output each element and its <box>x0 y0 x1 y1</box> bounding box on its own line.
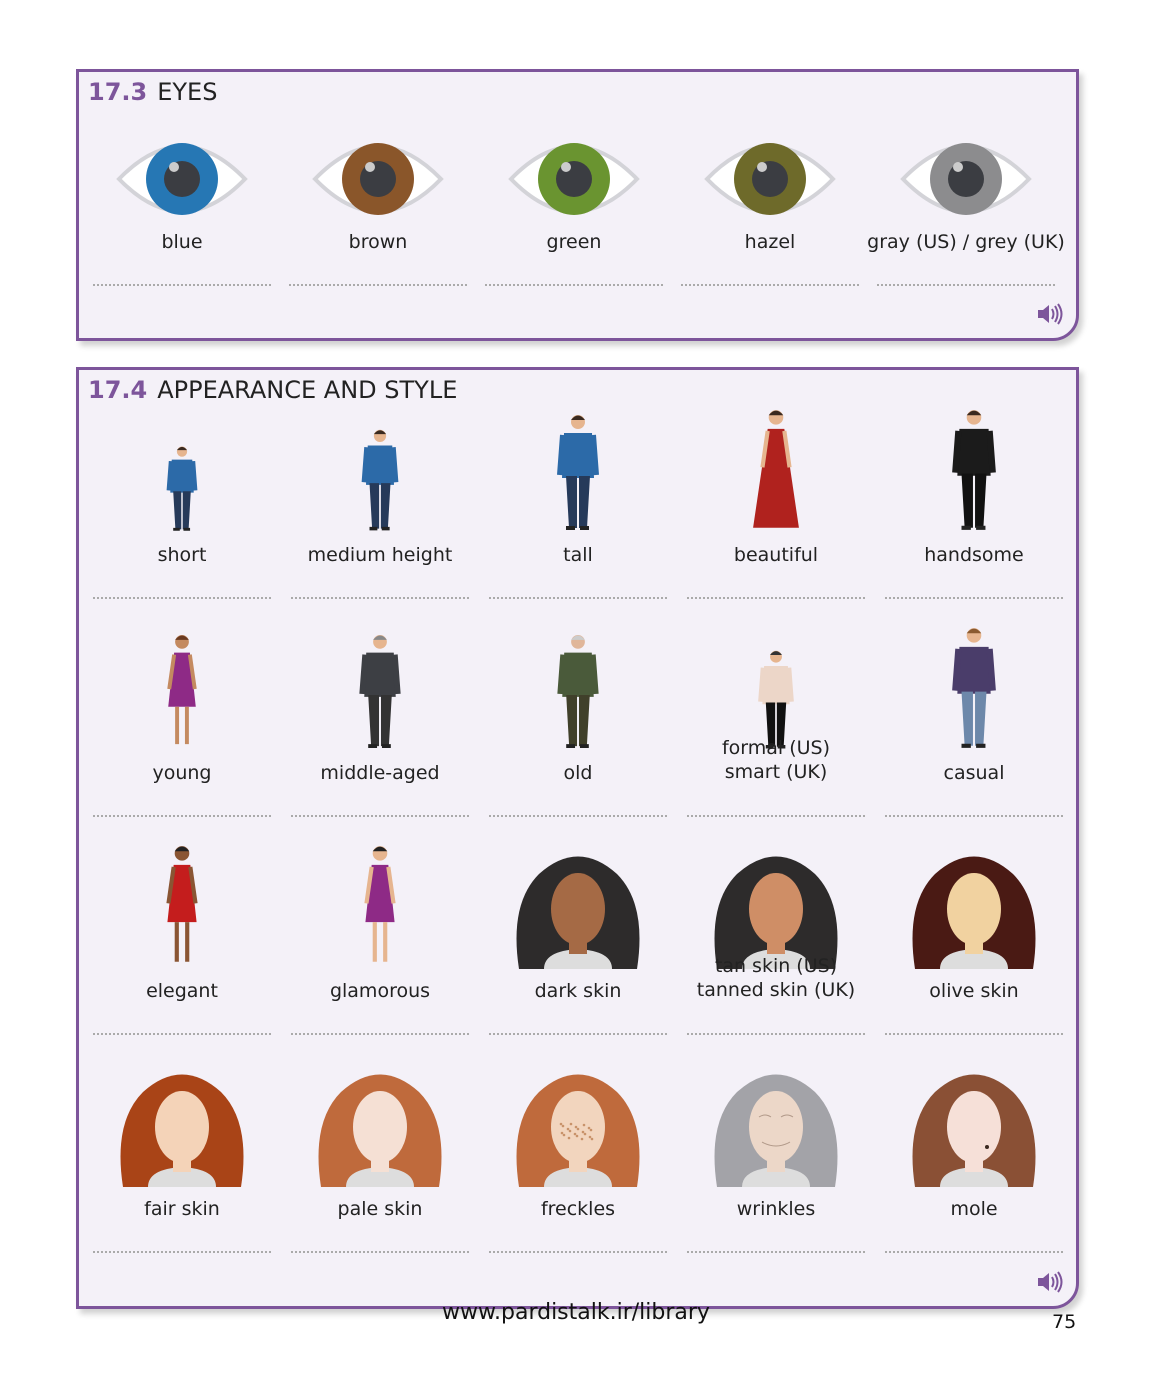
answer-line[interactable] <box>885 597 1063 599</box>
page-number: 75 <box>1052 1311 1077 1333</box>
illustration-image <box>952 628 996 748</box>
answer-line[interactable] <box>885 815 1063 817</box>
answer-line[interactable] <box>877 284 1055 286</box>
illustration-image <box>516 1074 640 1187</box>
answer-line[interactable] <box>687 597 865 599</box>
eye-icon <box>312 143 444 215</box>
section-eyes: 17.3 EYES blue brown green hazel gray (US… <box>76 69 1079 341</box>
answer-line[interactable] <box>291 597 469 599</box>
illustration-image <box>714 1074 838 1187</box>
illustration-image <box>753 410 799 528</box>
illustration-image <box>557 634 599 749</box>
vocab-label: short <box>157 544 207 566</box>
illustration-image <box>318 1074 442 1187</box>
eye-icon <box>116 143 248 215</box>
illustration-image <box>557 415 599 530</box>
answer-line[interactable] <box>93 815 271 817</box>
illustration-image <box>912 1074 1036 1187</box>
eye-label: blue <box>161 231 203 253</box>
vocab-label: freckles <box>540 1198 616 1220</box>
eye-icon <box>900 143 1032 215</box>
vocab-label: dark skin <box>534 980 622 1002</box>
vocab-label: fair skin <box>144 1198 220 1220</box>
vocab-label: middle-aged <box>320 762 440 784</box>
answer-line[interactable] <box>93 284 271 286</box>
vocab-label: wrinkles <box>736 1198 816 1220</box>
answer-line[interactable] <box>687 815 865 817</box>
answer-line[interactable] <box>485 284 663 286</box>
illustration-image <box>714 856 838 969</box>
answer-line[interactable] <box>489 815 667 817</box>
vocab-label: tan skin (US) tanned skin (UK) <box>696 955 856 1001</box>
section-appearance: 17.4 APPEARANCE AND STYLE short medium he… <box>76 367 1079 1309</box>
illustration-image <box>758 650 794 749</box>
vocab-label: mole <box>950 1198 998 1220</box>
answer-line[interactable] <box>489 597 667 599</box>
speaker-icon[interactable] <box>1036 302 1064 326</box>
illustration-image <box>359 634 401 749</box>
vocab-label: beautiful <box>733 544 819 566</box>
eye-icon <box>704 143 836 215</box>
vocab-label: elegant <box>146 980 218 1002</box>
answer-line[interactable] <box>687 1033 865 1035</box>
eye-label: green <box>546 231 602 253</box>
answer-line[interactable] <box>681 284 859 286</box>
answer-line[interactable] <box>291 1033 469 1035</box>
illustration-image <box>166 846 198 962</box>
vocab-label: young <box>152 762 212 784</box>
answer-line[interactable] <box>885 1251 1063 1253</box>
section-title: 17.3 EYES <box>88 78 218 106</box>
footer-url: www.pardistalk.ir/library <box>442 1300 710 1325</box>
answer-line[interactable] <box>291 815 469 817</box>
vocab-label: old <box>563 762 593 784</box>
illustration-image <box>167 634 197 745</box>
answer-line[interactable] <box>489 1251 667 1253</box>
answer-line[interactable] <box>93 597 271 599</box>
vocab-label: casual <box>943 762 1005 784</box>
illustration-image <box>912 856 1036 969</box>
speaker-icon[interactable] <box>1036 1270 1064 1294</box>
eye-label: brown <box>348 231 408 253</box>
answer-line[interactable] <box>687 1251 865 1253</box>
vocab-label: handsome <box>924 544 1024 566</box>
answer-line[interactable] <box>289 284 467 286</box>
vocab-label: pale skin <box>337 1198 423 1220</box>
answer-line[interactable] <box>885 1033 1063 1035</box>
answer-line[interactable] <box>291 1251 469 1253</box>
answer-line[interactable] <box>93 1033 271 1035</box>
eye-label: hazel <box>744 231 796 253</box>
vocab-label: tall <box>563 544 593 566</box>
illustration-image <box>516 856 640 969</box>
answer-line[interactable] <box>489 1033 667 1035</box>
vocab-label: formal (US) smart (UK) <box>721 737 831 783</box>
vocab-label: glamorous <box>329 980 431 1002</box>
illustration-image <box>166 446 198 531</box>
illustration-image <box>952 410 996 530</box>
eye-label: gray (US) / grey (UK) <box>867 231 1065 253</box>
eye-icon <box>508 143 640 215</box>
illustration-image <box>361 429 399 531</box>
illustration-image <box>120 1074 244 1187</box>
section-title: 17.4 APPEARANCE AND STYLE <box>88 376 458 404</box>
vocab-label: medium height <box>307 544 453 566</box>
illustration-image <box>364 846 396 962</box>
answer-line[interactable] <box>93 1251 271 1253</box>
vocab-label: olive skin <box>929 980 1019 1002</box>
